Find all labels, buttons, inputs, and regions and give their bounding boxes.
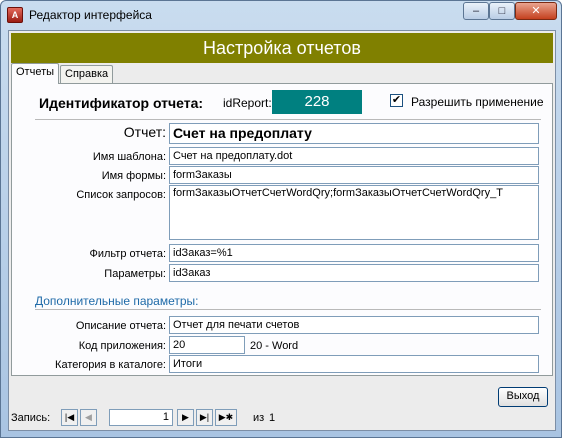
report-id-caption: Идентификатор отчета: — [39, 95, 204, 111]
first-record-button[interactable]: |◀ — [61, 409, 78, 426]
catalog-category-field[interactable]: Итоги — [169, 355, 539, 373]
current-record-input[interactable]: 1 — [109, 409, 173, 426]
template-name-field[interactable]: Счет на предоплату.dot — [169, 147, 539, 165]
app-code-label: Код приложения: — [78, 340, 166, 352]
reports-tab-panel: Идентификатор отчета: idReport: 228 ✔ Ра… — [11, 83, 553, 376]
report-name-label: Отчет: — [123, 124, 166, 140]
close-button[interactable]: ✕ — [515, 2, 557, 20]
tab-help[interactable]: Справка — [60, 65, 113, 84]
catalog-category-label: Категория в каталоге: — [55, 359, 166, 371]
window-title: Редактор интерфейса — [29, 8, 152, 22]
app-window: A Редактор интерфейса – □ ✕ Настройка от… — [0, 0, 562, 438]
form-name-field[interactable]: formЗаказы — [169, 166, 539, 184]
form-header-title: Настройка отчетов — [11, 33, 553, 63]
extra-params-heading: Дополнительные параметры: — [35, 294, 199, 308]
parameters-field[interactable]: idЗаказ — [169, 264, 539, 282]
record-of-label: из — [253, 412, 265, 424]
record-total: 1 — [269, 412, 276, 424]
next-record-button[interactable]: ▶ — [177, 409, 194, 426]
access-app-icon: A — [7, 7, 23, 23]
report-filter-field[interactable]: idЗаказ=%1 — [169, 244, 539, 262]
last-record-button[interactable]: ▶| — [196, 409, 213, 426]
app-code-description: 20 - Word — [250, 340, 299, 352]
minimize-button[interactable]: – — [463, 2, 489, 20]
tab-reports[interactable]: Отчеты — [11, 63, 59, 84]
record-label: Запись: — [11, 412, 51, 424]
template-name-label: Имя шаблона: — [92, 151, 166, 163]
report-filter-label: Фильтр отчета: — [89, 248, 167, 260]
form-client-area: Настройка отчетов Отчеты Справка Идентиф… — [8, 30, 556, 431]
id-report-value: 228 — [272, 90, 362, 114]
title-bar[interactable]: A Редактор интерфейса – □ ✕ — [1, 1, 561, 30]
queries-list-label: Список запросов: — [76, 189, 166, 201]
previous-record-button[interactable]: ◀ — [80, 409, 97, 426]
exit-button[interactable]: Выход — [498, 387, 548, 407]
queries-list-field[interactable]: formЗаказыОтчетСчетWordQry;formЗаказыОтч… — [169, 185, 539, 240]
allow-use-checkbox[interactable]: ✔ — [390, 94, 403, 107]
report-name-field[interactable]: Счет на предоплату — [169, 123, 539, 144]
id-report-label: idReport: — [223, 96, 272, 110]
divider — [35, 309, 541, 310]
report-description-field[interactable]: Отчет для печати счетов — [169, 316, 539, 334]
parameters-label: Параметры: — [104, 268, 166, 280]
allow-use-label: Разрешить применение — [411, 95, 544, 109]
divider — [35, 119, 541, 120]
report-description-label: Описание отчета: — [75, 320, 166, 332]
new-record-button[interactable]: ▶✱ — [215, 409, 237, 426]
maximize-button[interactable]: □ — [489, 2, 515, 20]
form-name-label: Имя формы: — [101, 170, 166, 182]
record-navigator: Запись: |◀ ◀ 1 ▶ ▶| ▶✱ из 1 — [9, 408, 555, 430]
app-code-field[interactable]: 20 — [169, 336, 245, 354]
